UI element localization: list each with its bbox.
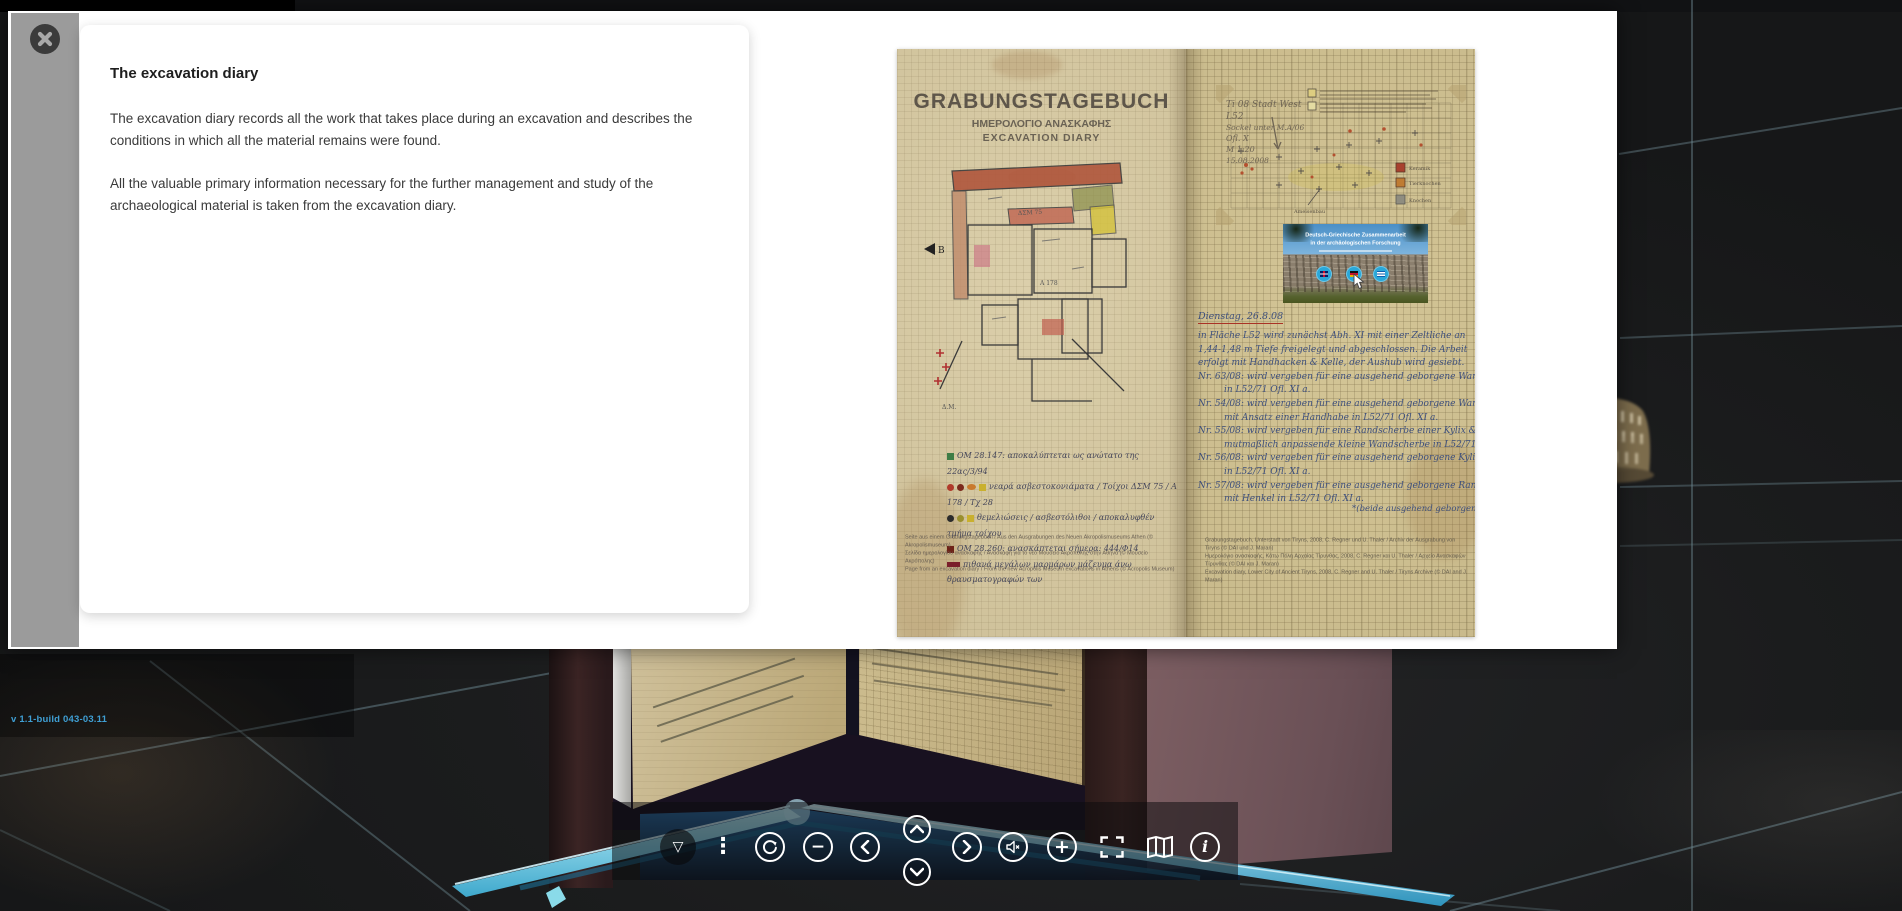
- diary-photo: GRABUNGSTAGEBUCH ΗΜΕΡΟΛΟΓΙΟ ΑΝΑΣΚΑΦΗΣ EX…: [897, 49, 1475, 637]
- mute-button[interactable]: [998, 832, 1028, 862]
- triangle-down-icon: ▽: [673, 840, 684, 854]
- zoom-in-button[interactable]: +: [1047, 832, 1077, 862]
- svg-text:Tierknochen: Tierknochen: [1409, 181, 1442, 187]
- video-title: Deutsch-Griechische Zusammenarbeit in de…: [1283, 231, 1428, 263]
- svg-text:Ofl. X: Ofl. X: [1226, 134, 1249, 143]
- greek-flag-icon: [1377, 271, 1385, 277]
- overlay-sidebar: [11, 13, 79, 647]
- svg-text:Ti 08 Stadt West: Ti 08 Stadt West: [1226, 100, 1302, 110]
- chevron-left-icon: [850, 832, 880, 862]
- excavation-plan-drawing: B ΔΣΜ 75 Α 178 Δ.Μ.: [922, 149, 1162, 439]
- svg-text:Keramik: Keramik: [1409, 166, 1431, 172]
- fullscreen-button[interactable]: [1100, 835, 1124, 859]
- version-label: v 1.1-build 043-03.11: [11, 714, 107, 725]
- next-page-button[interactable]: [952, 832, 982, 862]
- page-title: The excavation diary: [110, 65, 258, 82]
- open-map-icon: [1147, 836, 1173, 858]
- plus-icon: +: [1047, 832, 1077, 862]
- legend-swatch-orange: [967, 484, 976, 490]
- diary-entry-text: in Fläche L52 wird zunächst Abh. XI mit …: [1198, 330, 1475, 507]
- info-icon: i: [1190, 832, 1220, 862]
- video-subtitle-line: [1319, 250, 1392, 252]
- toolbar-menu-button[interactable]: ⋮: [713, 830, 733, 864]
- svg-text:ΔΣΜ 75: ΔΣΜ 75: [1018, 209, 1043, 217]
- left-page-caption: Seite aus einem Grabungstagebuch / Aus d…: [905, 533, 1178, 613]
- description-paragraph-1: The excavation diary records all the wor…: [110, 108, 725, 151]
- description-paragraph-2: All the valuable primary information nec…: [110, 173, 725, 216]
- chevron-up-icon: [903, 815, 931, 843]
- svg-text:M 1:20: M 1:20: [1225, 145, 1255, 154]
- zoom-out-button[interactable]: −: [803, 832, 833, 862]
- description-card: The excavation diary The excavation diar…: [80, 25, 749, 613]
- right-page-caption: Grabungstagebuch, Unterstadt von Tiryns,…: [1205, 536, 1471, 632]
- legend-swatch-olive: [957, 515, 964, 522]
- legend-swatch-red: [947, 484, 954, 491]
- svg-text:15.08.2008: 15.08.2008: [1226, 156, 1269, 165]
- svg-text:Knochen: Knochen: [1409, 198, 1432, 204]
- minus-icon: −: [803, 832, 833, 862]
- reset-view-button[interactable]: [755, 832, 785, 862]
- diary-subtitle-english: EXCAVATION DIARY: [897, 132, 1186, 144]
- toolbar-collapse-button[interactable]: ▽: [660, 829, 696, 865]
- svg-text:Α 178: Α 178: [1039, 280, 1058, 287]
- tilt-down-button[interactable]: [903, 858, 931, 886]
- contents-button[interactable]: [1147, 835, 1173, 859]
- diary-subtitle-greek: ΗΜΕΡΟΛΟΓΙΟ ΑΝΑΣΚΑΦΗΣ: [897, 118, 1186, 130]
- close-overlay-button[interactable]: [30, 24, 60, 54]
- language-button-english[interactable]: [1316, 266, 1332, 282]
- mouse-cursor: [1353, 274, 1365, 290]
- chevron-right-icon: [952, 832, 982, 862]
- refresh-icon: [755, 832, 785, 862]
- close-icon: [37, 31, 53, 47]
- info-overlay-panel: The excavation diary The excavation diar…: [8, 11, 1617, 649]
- language-button-greek[interactable]: [1373, 266, 1389, 282]
- legend-swatch-yellow: [967, 515, 974, 522]
- legend-swatch-green: [947, 453, 954, 460]
- kebab-menu-icon: ⋮: [712, 836, 734, 858]
- svg-text:Sockel unter M.A/06: Sockel unter M.A/06: [1226, 123, 1304, 132]
- legend-line: ΟΜ 28.147: αποκαλύπτεται ως ανώτατο της …: [947, 448, 1177, 479]
- tilt-up-button[interactable]: [903, 815, 931, 843]
- svg-text:Δ.Μ.: Δ.Μ.: [942, 404, 956, 411]
- diary-title: GRABUNGSTAGEBUCH: [897, 90, 1186, 114]
- legend-swatch-darkred: [957, 484, 964, 491]
- legend-swatch-yellow: [979, 484, 986, 491]
- info-button[interactable]: i: [1190, 832, 1220, 862]
- paper-stain: [992, 51, 1062, 79]
- sketch-legend: Keramik Tierknochen Knochen: [1396, 163, 1442, 204]
- previous-page-button[interactable]: [850, 832, 880, 862]
- video-thumbnail[interactable]: Deutsch-Griechische Zusammenarbeit in de…: [1283, 224, 1428, 303]
- diary-left-page: GRABUNGSTAGEBUCH ΗΜΕΡΟΛΟΓΙΟ ΑΝΑΣΚΑΦΗΣ EX…: [897, 49, 1186, 637]
- diary-entry-date: Dienstag, 26.8.08: [1198, 311, 1283, 324]
- legend-line: νεαρά ασβεστοκονιάματα / Τοίχοι ΔΣΜ 75 /…: [947, 479, 1177, 510]
- svg-text:L52: L52: [1225, 112, 1244, 122]
- speaker-muted-icon: [998, 832, 1028, 862]
- uk-flag-icon: [1320, 271, 1328, 277]
- svg-text:B: B: [938, 246, 945, 256]
- diary-entry-footnote: *(beide ausgehend geborgen): [1352, 504, 1475, 514]
- chevron-down-icon: [903, 858, 931, 886]
- field-sketch: Ti 08 Stadt West L52 Sockel unter M.A/06…: [1216, 85, 1466, 225]
- fullscreen-icon: [1100, 836, 1124, 858]
- legend-swatch-black: [947, 515, 954, 522]
- svg-text:Ameisenbau: Ameisenbau: [1293, 209, 1326, 215]
